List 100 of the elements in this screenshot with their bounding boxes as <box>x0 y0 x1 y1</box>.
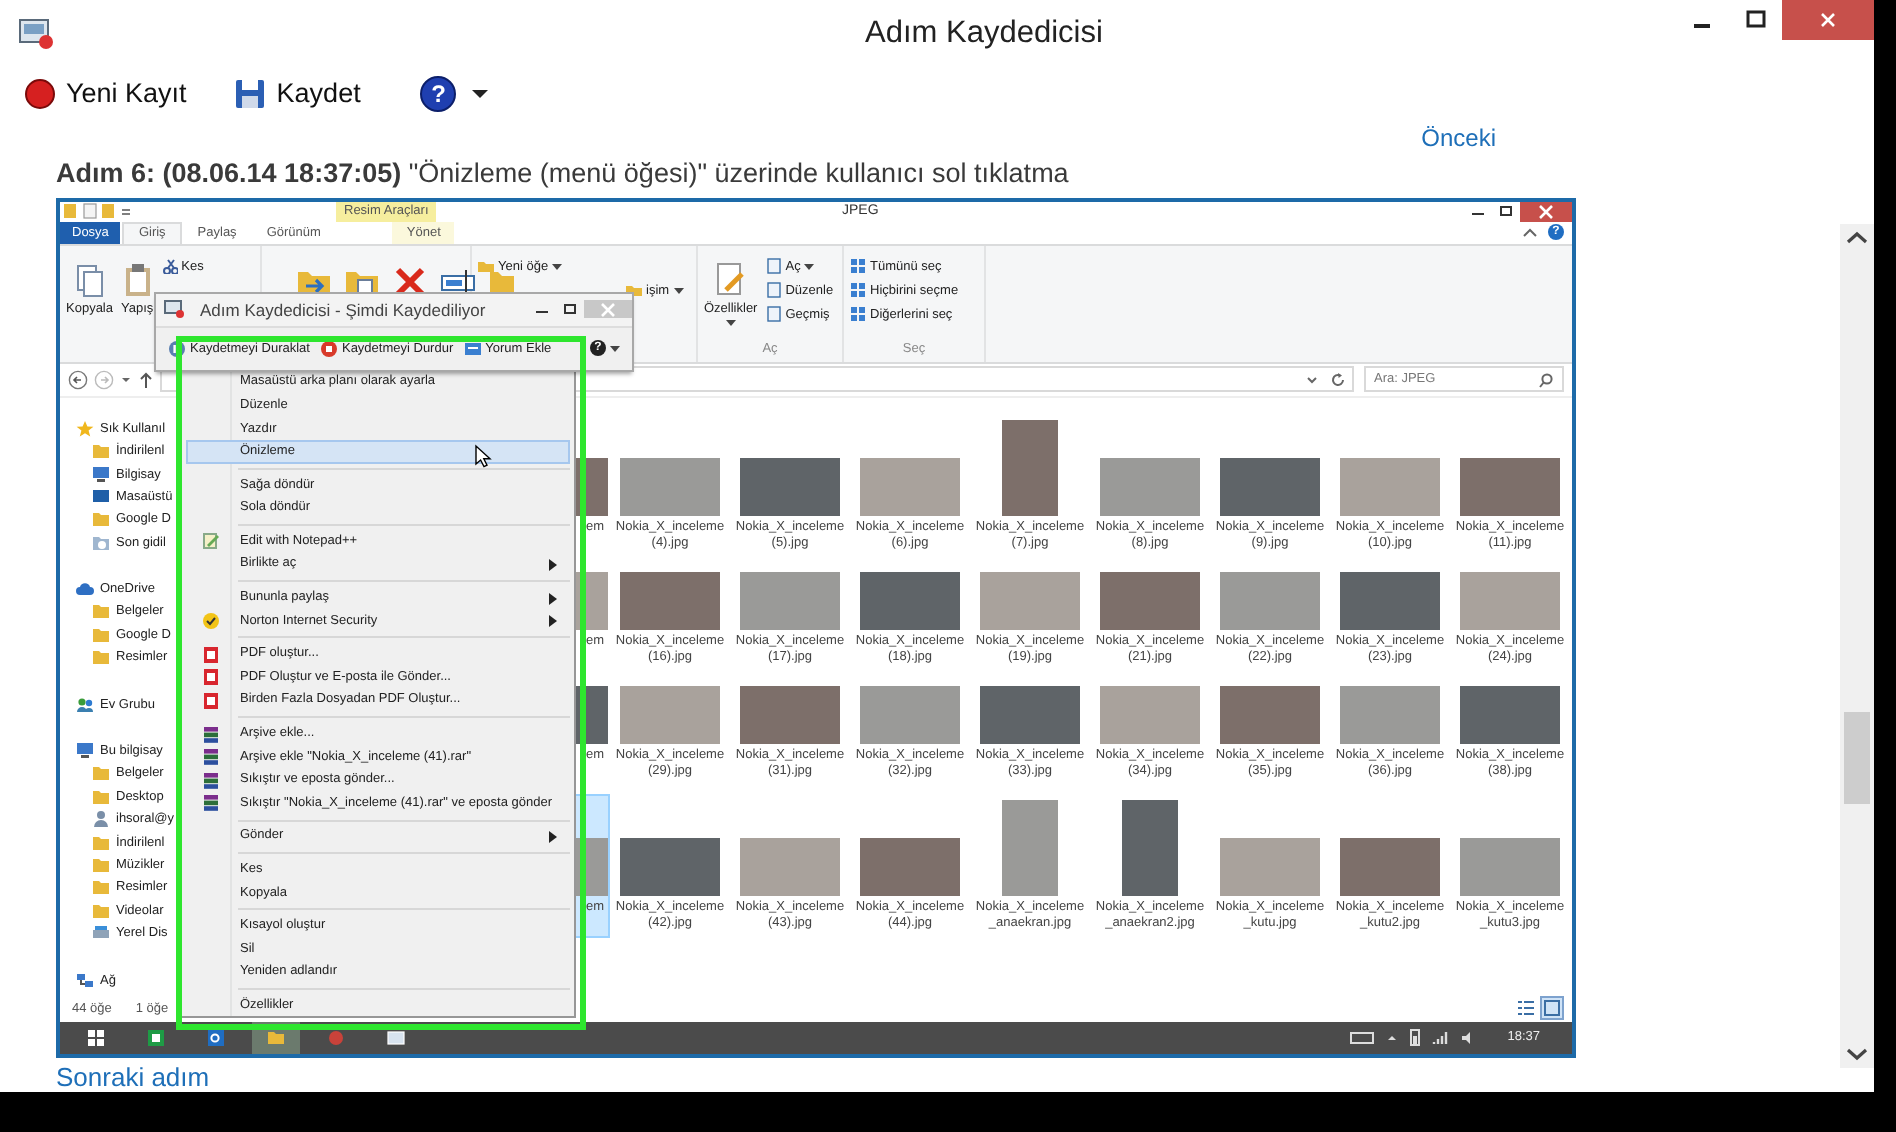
cloud-icon <box>76 580 94 599</box>
photo-placeholder <box>1220 837 1320 896</box>
stop-icon <box>319 339 338 358</box>
photo-placeholder <box>1220 571 1320 630</box>
pause-icon <box>168 339 186 358</box>
windows-icon <box>86 1027 106 1048</box>
caret-icon <box>673 287 684 294</box>
check-badge-icon <box>201 612 219 631</box>
photo-placeholder <box>620 457 720 516</box>
book-stack-icon <box>201 725 219 744</box>
photo-placeholder <box>740 571 840 630</box>
photo-placeholder <box>980 571 1080 630</box>
star-icon <box>76 419 94 438</box>
photo-placeholder <box>860 457 960 516</box>
folder-icon <box>92 510 110 529</box>
photo-placeholder <box>860 571 960 630</box>
maximize-icon <box>1745 10 1765 30</box>
new-recording-button[interactable]: Yeni Kayıt <box>20 73 191 113</box>
photo-placeholder <box>740 685 840 744</box>
battery-icon[interactable] <box>1409 1028 1420 1047</box>
up-arrow-icon[interactable] <box>138 369 154 390</box>
photo-placeholder <box>1460 685 1560 744</box>
spreadsheet-icon <box>146 1027 166 1048</box>
photo-placeholder <box>860 685 960 744</box>
notepad-icon <box>201 532 219 551</box>
window-title: Adım Kaydedicisi <box>863 14 1105 52</box>
scroll-thumb[interactable] <box>1844 712 1870 804</box>
drive-icon <box>92 924 110 943</box>
book-stack-icon <box>201 771 219 790</box>
person-icon <box>92 810 110 829</box>
recorder-title: Adım Kaydedicisi - Şimdi Kaydediliyor <box>200 299 488 320</box>
photo-placeholder <box>1460 837 1560 896</box>
cursor-icon <box>474 443 492 468</box>
computer-icon <box>76 742 94 761</box>
book-stack-icon <box>201 794 219 813</box>
speaker-icon[interactable] <box>1459 1029 1476 1046</box>
grid-icon <box>850 306 866 323</box>
collapse-ribbon-icon[interactable] <box>1522 224 1538 241</box>
photo-placeholder <box>1220 457 1320 516</box>
photo-placeholder <box>1002 419 1058 516</box>
app-icon <box>18 18 54 50</box>
photo-placeholder <box>1100 457 1200 516</box>
document-edit-icon <box>714 261 747 298</box>
photo-placeholder <box>1100 571 1200 630</box>
clock-folder-icon <box>92 533 110 552</box>
folder-icon <box>92 442 110 461</box>
minimize-icon <box>1691 24 1711 28</box>
close-icon <box>1818 10 1838 30</box>
list-icon <box>1515 998 1535 1019</box>
circle-icon <box>326 1027 346 1048</box>
maximize-icon <box>562 302 578 317</box>
photo-placeholder <box>980 685 1080 744</box>
caret-icon <box>552 263 563 270</box>
help-button[interactable]: ? <box>416 71 493 115</box>
next-link[interactable]: Sonraki adım <box>56 1063 210 1090</box>
caret-icon <box>804 263 815 270</box>
back-button[interactable] <box>68 369 88 390</box>
grid-icon <box>850 258 866 275</box>
window-icon <box>386 1027 406 1048</box>
photo-placeholder <box>1460 457 1560 516</box>
folder-icon <box>266 1027 286 1048</box>
caret-icon <box>610 345 620 352</box>
photo-placeholder <box>1460 571 1560 630</box>
caret-icon <box>725 319 736 326</box>
photo-placeholder <box>1340 685 1440 744</box>
photo-placeholder <box>1340 837 1440 896</box>
vertical-scrollbar[interactable] <box>1840 224 1874 1068</box>
clipboard-icon <box>121 261 154 298</box>
photo-placeholder <box>1220 685 1320 744</box>
scissors-icon <box>161 258 178 275</box>
photo-placeholder <box>620 685 720 744</box>
square-icon <box>1542 998 1562 1019</box>
record-icon <box>24 77 56 109</box>
step-heading: Adım 6: (08.06.14 18:37:05) "Önizleme (menü öğesi)" üzerinde kullanıcı sol tıklatma <box>56 155 1071 190</box>
network-icon <box>76 971 94 990</box>
photo-placeholder <box>620 837 720 896</box>
previous-link[interactable]: Önceki <box>1421 125 1496 152</box>
people-icon <box>76 695 94 714</box>
computer-icon <box>92 465 110 483</box>
photo-placeholder <box>620 571 720 630</box>
keyboard-icon[interactable] <box>1349 1029 1374 1046</box>
grid-icon <box>850 282 866 299</box>
maximize-icon <box>1498 204 1514 219</box>
close-button[interactable] <box>1520 201 1572 222</box>
save-button[interactable]: Kaydet <box>230 73 365 113</box>
search-icon <box>1538 371 1554 388</box>
comment-icon <box>463 339 482 358</box>
photo-placeholder <box>860 837 960 896</box>
icons-view-button[interactable] <box>1540 996 1564 1021</box>
copy-icon <box>73 261 106 298</box>
photo-placeholder <box>740 837 840 896</box>
photo-placeholder <box>1002 799 1058 896</box>
monitor-icon <box>92 487 110 506</box>
photo-placeholder <box>740 457 840 516</box>
book-stack-icon <box>201 748 219 767</box>
signal-icon[interactable] <box>1431 1029 1448 1046</box>
caret-icon[interactable] <box>1306 373 1318 386</box>
photo-placeholder <box>1122 799 1178 896</box>
refresh-icon[interactable] <box>1330 371 1346 388</box>
details-view-button[interactable] <box>1514 997 1536 1020</box>
